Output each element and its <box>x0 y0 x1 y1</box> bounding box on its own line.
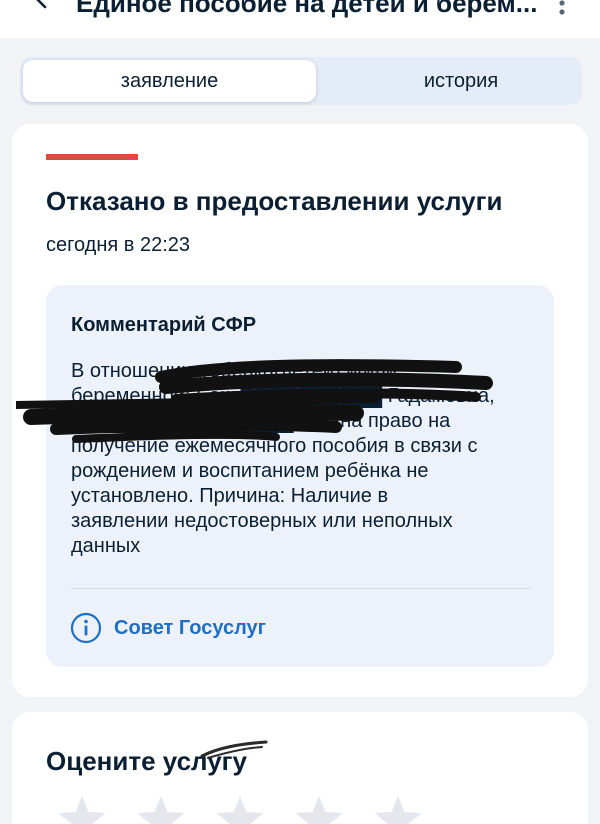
comment-title: Комментарий СФР <box>71 314 257 336</box>
more-vertical-icon[interactable] <box>552 0 572 16</box>
comment-line: получение ежемесячного пособия в связи с <box>71 435 478 457</box>
comment-line: данных <box>71 535 141 557</box>
comment-line: беременной: Бака██████████ Гадамовна, <box>71 385 495 407</box>
star-icon[interactable] <box>214 794 266 824</box>
status-title: Отказано в предоставлении услуги <box>46 186 503 216</box>
application-status-card: Отказано в предоставлении услуги сегодня… <box>12 124 588 697</box>
tab-application[interactable]: заявление <box>23 60 316 102</box>
back-arrow-icon[interactable] <box>30 0 54 10</box>
star-icon[interactable] <box>372 794 424 824</box>
star-icon[interactable] <box>293 794 345 824</box>
comment-line: Ба██████████████амовна право на <box>71 410 451 432</box>
sfr-comment-box: Комментарий СФР В отношении ребёнка(дете… <box>16 285 554 667</box>
tab-history[interactable]: история <box>316 60 600 102</box>
comment-line: установлено. Причина: Наличие в <box>71 485 389 507</box>
top-bar: Единое пособие на детей и берем... <box>0 0 600 38</box>
advice-label: Совет Госуслуг <box>114 617 266 639</box>
status-indicator-bar <box>46 154 138 160</box>
comment-text: В отношении ребёнка(детей) и/или беремен… <box>71 359 541 559</box>
divider <box>71 588 530 589</box>
rating-card: Оцените услугу <box>12 712 588 824</box>
tab-switcher: заявление история <box>20 57 582 105</box>
star-icon[interactable] <box>135 794 187 824</box>
info-icon <box>70 612 102 644</box>
rating-title: Оцените услугу <box>46 746 247 776</box>
comment-line: В отношении ребёнка(детей) и/или <box>71 360 397 382</box>
star-icon[interactable] <box>56 794 108 824</box>
comment-line: заявлении недостоверных или неполных <box>71 510 453 532</box>
status-timestamp: сегодня в 22:23 <box>46 234 190 256</box>
comment-line: рождением и воспитанием ребёнка не <box>71 460 429 482</box>
app-screen: Единое пособие на детей и берем... заявл… <box>0 0 600 824</box>
page-title: Единое пособие на детей и берем... <box>76 0 538 18</box>
